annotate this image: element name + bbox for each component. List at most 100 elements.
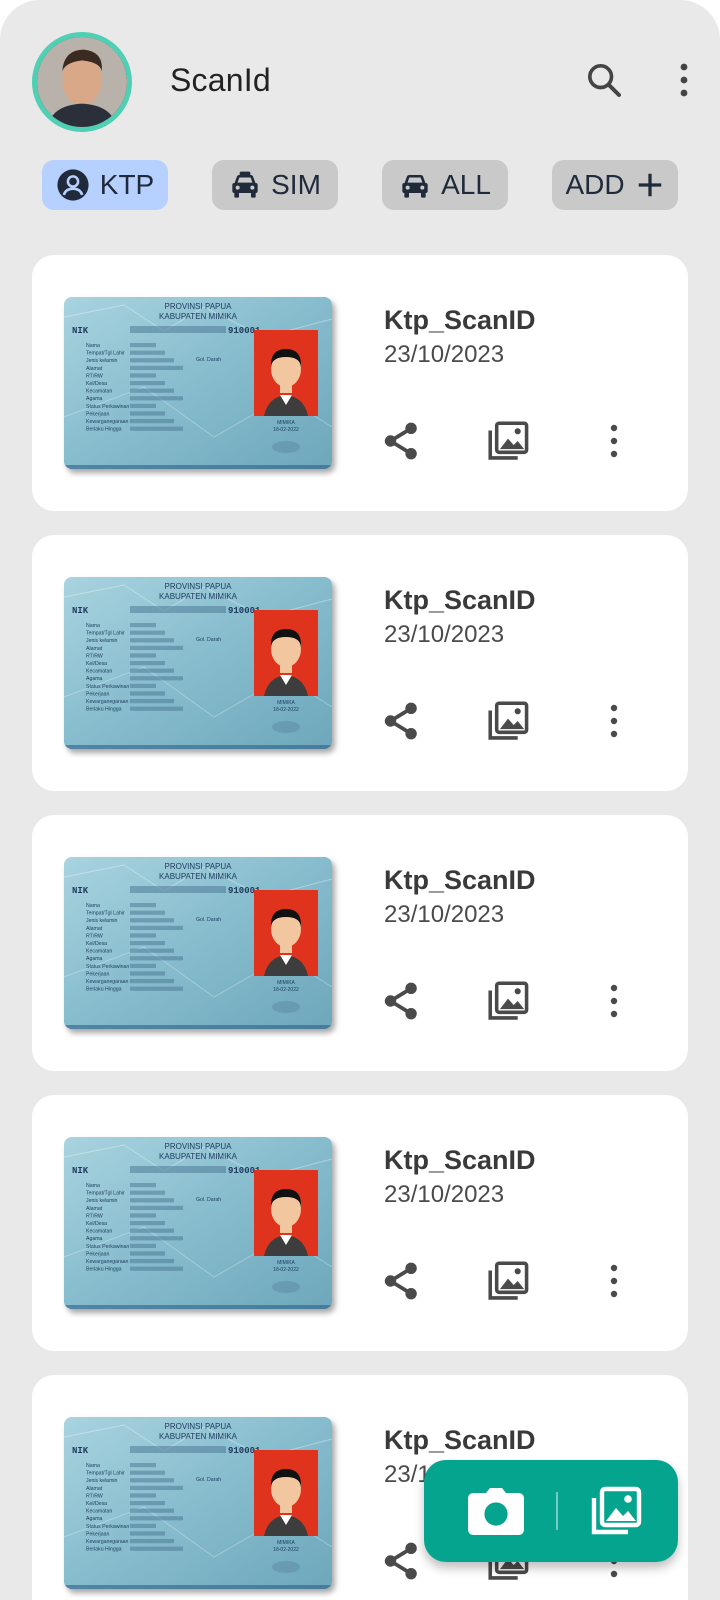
svg-text:Kewarganegaraan: Kewarganegaraan: [86, 979, 129, 985]
svg-text:RT/RW: RT/RW: [86, 373, 103, 379]
svg-text:RT/RW: RT/RW: [86, 1213, 103, 1219]
share-button[interactable]: [376, 417, 424, 465]
app-header: ScanId: [0, 0, 720, 150]
svg-text:Gol. Darah: Gol. Darah: [196, 1197, 221, 1203]
share-button[interactable]: [376, 1537, 424, 1585]
share-button[interactable]: [376, 697, 424, 745]
svg-text:Nama: Nama: [86, 623, 100, 629]
ktp-card-image: PROVINSI PAPUA KABUPATEN MIMIKA NIK 9100…: [64, 1137, 332, 1309]
overflow-menu-button[interactable]: [662, 58, 706, 102]
svg-text:Kecamatan: Kecamatan: [86, 389, 112, 395]
search-button[interactable]: [582, 58, 626, 102]
document-date: 23/10/2023: [384, 1181, 505, 1208]
ktp-card-image: PROVINSI PAPUA KABUPATEN MIMIKA NIK 9100…: [64, 857, 332, 1029]
svg-text:Agama: Agama: [86, 676, 103, 682]
chip-add[interactable]: ADD: [552, 160, 678, 210]
svg-text:Agama: Agama: [86, 956, 103, 962]
svg-text:Gol. Darah: Gol. Darah: [196, 917, 221, 923]
svg-text:Gol. Darah: Gol. Darah: [196, 637, 221, 643]
svg-text:18-02-2022: 18-02-2022: [273, 1267, 299, 1273]
view-image-button[interactable]: [484, 697, 532, 745]
card-more-button[interactable]: [590, 697, 638, 745]
document-thumbnail[interactable]: PROVINSI PAPUA KABUPATEN MIMIKA NIK 9100…: [64, 1417, 332, 1589]
view-image-button[interactable]: [484, 1257, 532, 1305]
svg-text:MIMIKA: MIMIKA: [277, 1260, 295, 1266]
svg-text:Tempat/Tgl Lahir: Tempat/Tgl Lahir: [86, 631, 125, 637]
svg-text:Nama: Nama: [86, 1463, 100, 1469]
svg-text:NIK: NIK: [72, 606, 89, 616]
more-vertical-icon: [680, 63, 688, 97]
svg-text:NIK: NIK: [72, 326, 89, 336]
svg-text:Pekerjaan: Pekerjaan: [86, 1251, 109, 1257]
svg-text:18-02-2022: 18-02-2022: [273, 987, 299, 993]
svg-text:Pekerjaan: Pekerjaan: [86, 971, 109, 977]
svg-text:Kel/Desa: Kel/Desa: [86, 661, 107, 667]
document-thumbnail[interactable]: PROVINSI PAPUA KABUPATEN MIMIKA NIK 9100…: [64, 857, 332, 1029]
document-thumbnail[interactable]: PROVINSI PAPUA KABUPATEN MIMIKA NIK 9100…: [64, 297, 332, 469]
svg-text:Gol. Darah: Gol. Darah: [196, 357, 221, 363]
svg-text:Kecamatan: Kecamatan: [86, 1509, 112, 1515]
capture-fab: [424, 1460, 678, 1562]
svg-text:Status Perkawinan: Status Perkawinan: [86, 1244, 129, 1250]
svg-text:Pekerjaan: Pekerjaan: [86, 691, 109, 697]
svg-text:Jenis kelamin: Jenis kelamin: [86, 638, 118, 644]
svg-text:Tempat/Tgl Lahir: Tempat/Tgl Lahir: [86, 1471, 125, 1477]
import-gallery-button[interactable]: [584, 1482, 648, 1540]
ktp-card-image: PROVINSI PAPUA KABUPATEN MIMIKA NIK 9100…: [64, 297, 332, 469]
svg-text:Kecamatan: Kecamatan: [86, 949, 112, 955]
svg-text:KABUPATEN MIMIKA: KABUPATEN MIMIKA: [159, 312, 238, 321]
gallery-icon: [488, 981, 529, 1020]
app-title: ScanId: [170, 62, 271, 98]
svg-text:PROVINSI PAPUA: PROVINSI PAPUA: [165, 302, 233, 311]
svg-text:Jenis kelamin: Jenis kelamin: [86, 918, 118, 924]
chip-all-label: ALL: [441, 169, 491, 200]
view-image-button[interactable]: [484, 977, 532, 1025]
svg-text:Kel/Desa: Kel/Desa: [86, 381, 107, 387]
document-card[interactable]: PROVINSI PAPUA KABUPATEN MIMIKA NIK 9100…: [32, 1095, 688, 1351]
document-thumbnail[interactable]: PROVINSI PAPUA KABUPATEN MIMIKA NIK 9100…: [64, 1137, 332, 1309]
chip-sim[interactable]: SIM: [212, 160, 338, 210]
card-more-button[interactable]: [590, 1257, 638, 1305]
share-icon: [384, 1262, 417, 1300]
card-more-button[interactable]: [590, 977, 638, 1025]
svg-text:Agama: Agama: [86, 1236, 103, 1242]
document-card[interactable]: PROVINSI PAPUA KABUPATEN MIMIKA NIK 9100…: [32, 255, 688, 511]
svg-text:Gol. Darah: Gol. Darah: [196, 1477, 221, 1483]
fab-divider: [556, 1492, 558, 1530]
chip-all[interactable]: ALL: [382, 160, 508, 210]
card-more-button[interactable]: [590, 417, 638, 465]
document-thumbnail[interactable]: PROVINSI PAPUA KABUPATEN MIMIKA NIK 9100…: [64, 577, 332, 749]
document-title: Ktp_ScanID: [384, 865, 536, 895]
svg-text:MIMIKA: MIMIKA: [277, 980, 295, 986]
svg-text:Kewarganegaraan: Kewarganegaraan: [86, 699, 129, 705]
svg-text:PROVINSI PAPUA: PROVINSI PAPUA: [165, 1422, 233, 1431]
ktp-card-image: PROVINSI PAPUA KABUPATEN MIMIKA NIK 9100…: [64, 1417, 332, 1589]
share-button[interactable]: [376, 977, 424, 1025]
gallery-icon: [488, 1261, 529, 1300]
svg-text:Nama: Nama: [86, 1183, 100, 1189]
svg-text:Kecamatan: Kecamatan: [86, 1229, 112, 1235]
chip-ktp[interactable]: KTP: [42, 160, 168, 210]
camera-button[interactable]: [464, 1482, 528, 1540]
gallery-icon: [488, 421, 529, 460]
svg-text:Kel/Desa: Kel/Desa: [86, 1501, 107, 1507]
share-icon: [384, 702, 417, 740]
svg-text:MIMIKA: MIMIKA: [277, 420, 295, 426]
document-card[interactable]: PROVINSI PAPUA KABUPATEN MIMIKA NIK 9100…: [32, 815, 688, 1071]
view-image-button[interactable]: [484, 417, 532, 465]
camera-icon: [468, 1488, 524, 1535]
avatar[interactable]: [32, 32, 132, 132]
car-icon: [232, 171, 258, 198]
svg-text:KABUPATEN MIMIKA: KABUPATEN MIMIKA: [159, 592, 238, 601]
svg-text:PROVINSI PAPUA: PROVINSI PAPUA: [165, 582, 233, 591]
svg-text:18-02-2022: 18-02-2022: [273, 1547, 299, 1553]
share-button[interactable]: [376, 1257, 424, 1305]
svg-text:Tempat/Tgl Lahir: Tempat/Tgl Lahir: [86, 1191, 125, 1197]
document-date: 23/10/2023: [384, 621, 505, 648]
svg-text:NIK: NIK: [72, 1446, 89, 1456]
document-card[interactable]: PROVINSI PAPUA KABUPATEN MIMIKA NIK 9100…: [32, 535, 688, 791]
document-title: Ktp_ScanID: [384, 1425, 536, 1455]
more-vertical-icon: [610, 704, 618, 738]
car-icon: [402, 175, 428, 198]
svg-text:Alamat: Alamat: [86, 1486, 103, 1492]
